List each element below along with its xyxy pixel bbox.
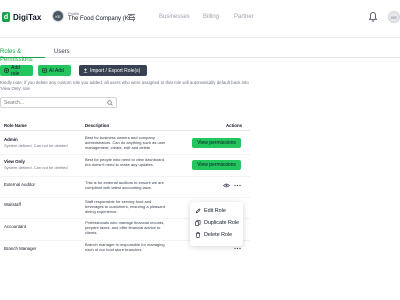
import-export-label: Import / Export Role(s) [90,67,141,74]
trash-icon [195,232,201,238]
role-name: Waitstaff [4,202,21,207]
view-permissions-button[interactable]: View permissions [192,138,241,148]
info-note: Kindly note, if you delete any custom ro… [0,80,249,91]
nav-businesses[interactable]: Businesses [159,14,190,20]
ai-sparkle-icon [42,68,47,73]
role-actions-menu: Edit Role Duplicate Role Delete Role [190,202,243,246]
role-description: Staff responsible for serving food and b… [85,199,165,214]
bell-icon[interactable] [369,12,377,22]
table-row: View Only System defined. Can not be del… [0,156,250,178]
profile-switcher[interactable]: KE Profile The Food Company (KE) [52,10,135,22]
divider [0,154,250,155]
tabs: Roles & Permissions Users [0,48,400,63]
delete-role-item[interactable]: Delete Role [195,232,232,238]
role-description: Best for business owners and company adm… [85,135,166,150]
tab-roles-permissions[interactable]: Roles & Permissions [0,48,45,63]
company-name: The Food Company (KE) [68,15,135,22]
role-name: Branch Manager [4,246,37,251]
more-horizontal-icon[interactable] [234,184,241,187]
role-name: View Only [4,159,25,164]
eye-icon[interactable] [223,183,230,188]
logo-mark: d [2,12,10,22]
role-subtitle: System defined. Can not be deleted [4,143,68,148]
role-description: Branch manager is responsible for managi… [85,242,165,252]
role-name: Accountant [4,224,26,229]
user-avatar[interactable]: NS [388,11,400,23]
divider [0,176,250,177]
column-role-name: Role Name [4,123,27,128]
company-avatar: KE [52,10,64,22]
nav-billing[interactable]: Billing [203,14,219,20]
top-header: d DigiTax KE Profile The Food Company (K… [0,0,400,38]
view-permissions-button[interactable]: View permissions [192,160,241,170]
role-subtitle: System defined. Can not be deleted [4,165,68,170]
hamburger-icon[interactable] [128,14,135,20]
ai-add-label: AI Add [49,67,64,74]
search-icon[interactable] [107,100,113,106]
logo[interactable]: d DigiTax [2,12,41,22]
search-box [0,97,117,108]
duplicate-role-label: Duplicate Role [204,220,240,226]
ai-add-button[interactable]: AI Add [38,65,71,76]
import-export-button[interactable]: Import / Export Role(s) [79,65,147,76]
duplicate-role-item[interactable]: Duplicate Role [195,220,239,226]
role-description: This is for external auditors to ensure … [85,180,164,190]
copy-icon [195,220,201,226]
add-role-button[interactable]: Add role [0,64,33,77]
logo-text: DigiTax [13,12,42,22]
edit-role-label: Edit Role [204,208,226,214]
role-description: Best for people who need to view dashboa… [85,157,166,167]
role-name: External Auditor [4,182,35,187]
plus-circle-icon [4,68,9,73]
search-input[interactable] [4,99,104,106]
add-role-label: Add role [11,64,20,77]
upload-icon [83,68,88,73]
table-header: Role Name Description Actions [0,120,250,130]
role-name: Admin [4,137,18,142]
pencil-icon [195,208,201,214]
delete-role-label: Delete Role [204,232,233,238]
divider [0,130,250,131]
edit-role-item[interactable]: Edit Role [195,208,226,214]
role-description: Professionals who manage financial recor… [85,220,165,235]
table-row: External Auditor This is for external au… [0,178,250,198]
table-row: Admin System defined. Can not be deleted… [0,134,250,156]
more-horizontal-icon[interactable] [234,247,241,250]
column-description: Description [85,123,110,128]
column-actions: Actions [226,123,243,128]
nav-partner[interactable]: Partner [234,14,254,20]
tab-users[interactable]: Users [54,48,70,58]
